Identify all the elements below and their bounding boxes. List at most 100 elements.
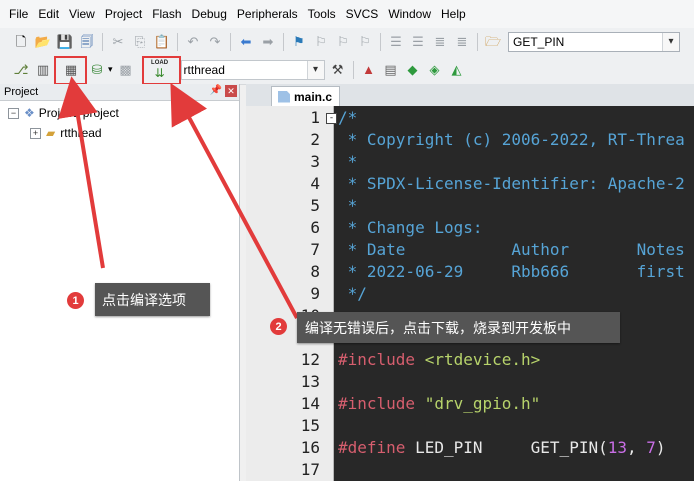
code-line[interactable]: 14 #include "drv_gpio.h": [246, 393, 694, 415]
tab-label: main.c: [294, 89, 333, 104]
redo-icon[interactable]: ↷: [206, 33, 224, 51]
save-all-icon[interactable]: 🗐: [78, 33, 96, 51]
toolbar-separator: [283, 32, 284, 51]
target-select[interactable]: rtthread ▾: [180, 59, 325, 80]
code-line[interactable]: 7 * Date Author Notes: [246, 239, 694, 261]
clear-bookmarks-icon[interactable]: ⚐: [356, 33, 374, 51]
navigate-forward-icon[interactable]: ➡: [259, 33, 277, 51]
code-line[interactable]: 2 * Copyright (c) 2006-2022, RT-Threa: [246, 129, 694, 151]
step-1-callout: 点击编译选项: [95, 283, 210, 316]
menu-project[interactable]: Project: [99, 0, 146, 28]
chevron-down-icon[interactable]: ▾: [306, 60, 324, 79]
options-for-target-icon[interactable]: ⚒: [329, 61, 347, 79]
pack-installer-icon[interactable]: ◆: [404, 61, 422, 79]
open-folder-icon[interactable]: 📂: [34, 33, 52, 51]
code-line[interactable]: 9 */: [246, 283, 694, 305]
close-icon[interactable]: ✕: [225, 85, 237, 97]
code-line[interactable]: 4 * SPDX-License-Identifier: Apache-2: [246, 173, 694, 195]
prev-bookmark-icon[interactable]: ⚐: [312, 33, 330, 51]
project-root-node[interactable]: − ❖ Project: project: [8, 106, 119, 120]
cut-icon[interactable]: ✂: [109, 33, 127, 51]
code-line[interactable]: 13: [246, 371, 694, 393]
select-software-packs-icon[interactable]: ◈: [426, 61, 444, 79]
unindent-icon[interactable]: ☰: [409, 33, 427, 51]
next-bookmark-icon[interactable]: ⚐: [334, 33, 352, 51]
find-in-files-icon[interactable]: 🗁: [484, 33, 502, 51]
code-token: *: [338, 196, 358, 215]
batch-build-icon[interactable]: ⛁: [88, 61, 106, 79]
file-extensions-icon[interactable]: ▤: [382, 61, 400, 79]
toolbar-separator: [352, 60, 354, 79]
code-text: * Copyright (c) 2006-2022, RT-Threa: [338, 129, 685, 151]
target-node-label: rtthread: [60, 126, 102, 140]
line-number: 17: [300, 460, 320, 479]
build-button-highlight: [54, 56, 87, 85]
line-number: 4: [310, 174, 320, 193]
chevron-down-icon[interactable]: ▾: [662, 32, 679, 51]
menu-view[interactable]: View: [63, 0, 99, 28]
collapse-icon[interactable]: −: [8, 107, 19, 119]
stop-build-icon[interactable]: ▩: [117, 61, 135, 79]
expand-icon[interactable]: +: [30, 127, 41, 139]
pin-icon[interactable]: 📌: [210, 85, 222, 97]
new-file-icon[interactable]: 🗋: [12, 33, 30, 51]
code-text: #include <rtdevice.h>: [338, 349, 540, 371]
c-file-icon: [278, 90, 290, 103]
menu-peripherals[interactable]: Peripherals: [231, 0, 302, 28]
code-line[interactable]: 8 * 2022-06-29 Rbb666 first: [246, 261, 694, 283]
code-token: "drv_gpio.h": [424, 394, 541, 413]
folder-icon: ▰: [46, 126, 56, 140]
download-button-highlight: [142, 56, 181, 85]
code-line[interactable]: 5 *: [246, 195, 694, 217]
toolbar-separator: [477, 32, 478, 51]
bookmark-icon[interactable]: ⚑: [290, 33, 308, 51]
code-area[interactable]: 1-/* 2 * Copyright (c) 2006-2022, RT-Thre…: [246, 106, 694, 481]
step-2-text: 编译无错误后，点击下载，烧录到开发板中: [305, 319, 571, 336]
save-icon[interactable]: 💾: [56, 33, 74, 51]
toolbar-separator: [230, 32, 231, 51]
menu-svcs[interactable]: SVCS: [340, 0, 383, 28]
line-number: 13: [300, 372, 320, 391]
comment-icon[interactable]: ≣: [431, 33, 449, 51]
navigate-back-icon[interactable]: ⬅: [237, 33, 255, 51]
code-token: <rtdevice.h>: [424, 350, 541, 369]
line-number: 6: [310, 218, 320, 237]
menu-file[interactable]: File: [0, 0, 32, 28]
code-line[interactable]: 12 #include <rtdevice.h>: [246, 349, 694, 371]
menu-edit[interactable]: Edit: [32, 0, 63, 28]
code-line[interactable]: 6 * Change Logs:: [246, 217, 694, 239]
build-toolbar: ⎇ ▥ ▦ ⛁ ▾ ▩ LOAD ⇊ rtthread ▾ ⚒ ▲ ▤ ◆ ◈ …: [0, 55, 694, 85]
step-1-text: 点击编译选项: [102, 291, 186, 308]
code-token: ): [655, 438, 666, 457]
chevron-down-icon[interactable]: ▾: [108, 64, 113, 75]
menu-debug[interactable]: Debug: [186, 0, 231, 28]
line-number: 1: [310, 108, 320, 127]
menu-flash[interactable]: Flash: [146, 0, 185, 28]
menu-help[interactable]: Help: [435, 0, 470, 28]
code-line[interactable]: 3 *: [246, 151, 694, 173]
menu-bar: File Edit View Project Flash Debug Peripherals…: [0, 0, 694, 28]
code-token: #define: [338, 438, 416, 457]
code-line[interactable]: 17: [246, 459, 694, 481]
code-line[interactable]: 15: [246, 415, 694, 437]
menu-window[interactable]: Window: [382, 0, 435, 28]
undo-icon[interactable]: ↶: [184, 33, 202, 51]
copy-icon[interactable]: ⎘: [131, 33, 149, 51]
run-time-environment-icon[interactable]: ◭: [448, 61, 466, 79]
fold-toggle-icon[interactable]: -: [326, 113, 337, 124]
code-line[interactable]: 16 #define LED_PIN GET_PIN(13, 7): [246, 437, 694, 459]
uncomment-icon[interactable]: ≣: [453, 33, 471, 51]
paste-icon[interactable]: 📋: [153, 33, 171, 51]
build-icon[interactable]: ▥: [34, 61, 52, 79]
code-text: *: [338, 195, 358, 217]
step-2-callout: 编译无错误后，点击下载，烧录到开发板中: [297, 312, 620, 343]
tab-main-c[interactable]: main.c: [271, 86, 340, 106]
code-line[interactable]: 1-/*: [246, 107, 694, 129]
target-node[interactable]: + ▰ rtthread: [30, 126, 102, 140]
toolbar-separator: [177, 32, 178, 51]
find-combo[interactable]: GET_PIN ▾: [508, 31, 680, 52]
manage-components-icon[interactable]: ▲: [360, 61, 378, 79]
translate-icon[interactable]: ⎇: [12, 61, 30, 79]
indent-icon[interactable]: ☰: [387, 33, 405, 51]
menu-tools[interactable]: Tools: [302, 0, 340, 28]
